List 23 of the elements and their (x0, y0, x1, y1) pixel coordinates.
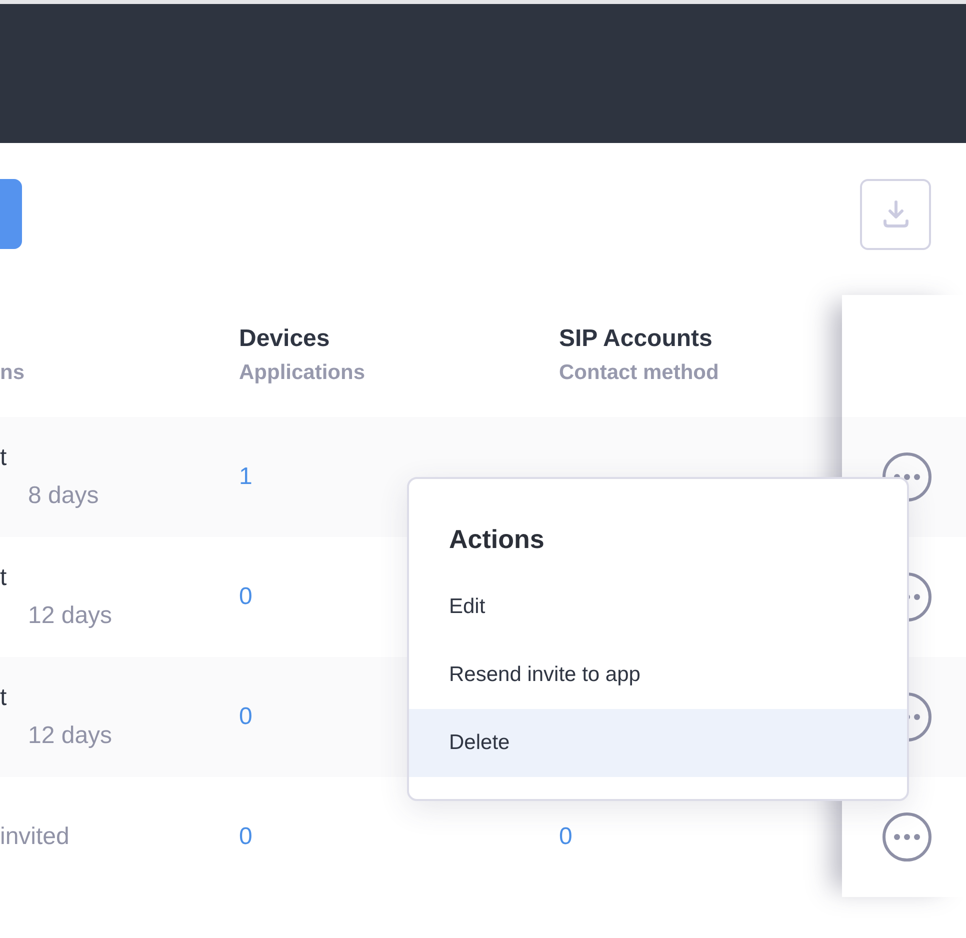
more-icon[interactable] (882, 812, 932, 862)
table-cell-text: invited (0, 822, 70, 852)
table-cell-text: t (0, 683, 7, 713)
device-count[interactable]: 1 (239, 463, 252, 490)
menu-item[interactable]: Resend invite to app (409, 641, 907, 709)
menu-item[interactable]: Edit (409, 573, 907, 641)
menu-title: Actions (448, 523, 546, 556)
column-subtitle: Applications (239, 360, 366, 386)
table-cell-text: 12 days (27, 601, 112, 631)
column-title: Devices (239, 324, 331, 354)
table-cell-text: t (0, 443, 7, 473)
device-count[interactable]: 0 (239, 703, 252, 730)
column-subtitle: ns (0, 360, 26, 386)
column-title: SIP Accounts (559, 324, 714, 354)
download-icon (882, 200, 908, 228)
column-subtitle: Contact method (559, 360, 720, 386)
table-cell-text: 12 days (27, 721, 112, 751)
menu-item[interactable]: Delete (409, 709, 907, 777)
table-cell-text: t (0, 563, 7, 593)
table-cell-text: 8 days (27, 481, 99, 511)
device-count[interactable]: 0 (239, 583, 252, 610)
device-count[interactable]: 0 (239, 823, 252, 850)
sip-count[interactable]: 0 (559, 823, 572, 850)
